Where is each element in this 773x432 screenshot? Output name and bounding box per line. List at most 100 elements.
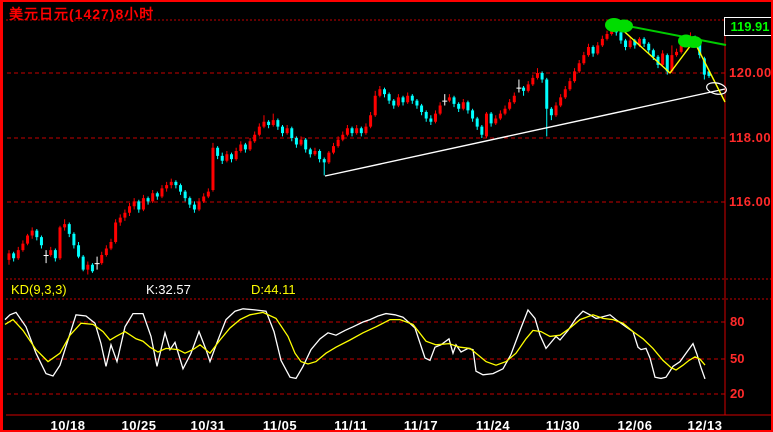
candle-body [531,77,535,85]
candle-body [461,102,465,109]
candle-body [243,144,247,150]
candle-body [624,40,628,47]
candle-body [72,233,76,246]
price-axis-label: 120.00 [729,65,772,80]
candle-body [174,181,178,186]
candle-body [206,191,210,197]
candle-body [90,264,94,272]
chart-title: 美元日元(1427)8小时 [9,6,155,22]
candle-body [63,224,67,228]
highlight-blob [686,36,702,48]
candle-body [359,128,363,134]
candle-body [406,95,410,103]
candle-body [179,185,183,192]
candle-body [642,38,646,44]
candle-body [508,102,512,109]
candle-body [424,112,428,119]
candle-body [118,217,122,223]
candle-body [619,32,623,41]
support-trendline [324,88,726,177]
candle-body [109,242,113,249]
candle-body [230,154,234,160]
candle-body [438,105,442,114]
candle-body [600,38,604,46]
candle-body [433,113,437,122]
candle-body [294,138,298,145]
k-line [4,308,706,380]
candle-body [442,100,448,102]
candle-body [457,103,461,109]
candle-body [498,113,502,119]
candle-body [7,253,11,260]
candle-body [262,121,266,127]
candle-body [401,97,405,103]
candle-body [234,151,238,160]
kd-d-value: D:44.11 [251,282,296,297]
kd-axis-label: 50 [730,351,745,366]
candle-body [516,87,522,89]
kd-indicator-name[interactable]: KD(9,3,3) [11,282,67,297]
kd-k-value: K:32.57 [146,282,191,297]
candle-body [281,126,285,134]
candle-body [290,128,294,138]
candle-body [466,102,470,111]
candle-body [568,81,572,90]
candle-body [49,250,53,255]
candle-body [322,159,326,163]
date-label: 11/17 [403,418,439,432]
candle-body [480,126,484,135]
candle-body [86,264,90,270]
candle-body [336,139,340,147]
candle-body [591,47,595,54]
candle-body [21,243,25,251]
candle-body [239,144,243,151]
kd-axis-label: 80 [730,314,745,329]
candle-body [471,110,475,119]
candle-body [16,250,20,259]
candle-body [30,230,34,236]
candle-body [248,141,252,150]
date-label: 12/06 [617,418,653,432]
candle-body [494,118,498,124]
candle-body [573,71,577,82]
candle-body [382,89,386,95]
candle-body [364,126,368,134]
candle-body [155,193,159,197]
candle-body [549,108,553,116]
candle-body [540,73,544,80]
chart-canvas[interactable] [3,2,773,432]
candle-body [12,253,16,259]
candle-body [192,204,196,210]
candle-body [225,154,229,161]
candle-body [267,121,271,125]
candle-body [100,255,104,264]
candle-body [420,105,424,112]
candle-body [188,198,192,205]
candle-body [257,126,261,135]
candle-body [378,89,382,96]
price-axis-label: 116.00 [729,194,772,209]
candle-body [58,227,62,259]
date-label: 10/31 [190,418,226,432]
candle-body [197,201,201,210]
candle-body [132,201,136,207]
candle-body [165,185,169,189]
candle-body [169,181,173,186]
candle-body [373,95,377,116]
candle-body [77,245,81,257]
candle-body [429,118,433,122]
candle-body [26,235,30,244]
d-line [4,311,706,371]
candle-body [369,115,373,127]
candle-body [475,118,479,127]
candle-body [535,73,539,78]
candle-body [104,248,108,255]
date-label: 11/11 [334,418,368,432]
candle-body [563,89,567,98]
date-label: 10/18 [50,418,86,432]
candle-body [313,151,317,155]
candle-body [299,139,303,145]
candle-body [452,97,456,104]
candle-body [410,95,414,101]
last-price-badge: 119.91 [724,17,771,36]
